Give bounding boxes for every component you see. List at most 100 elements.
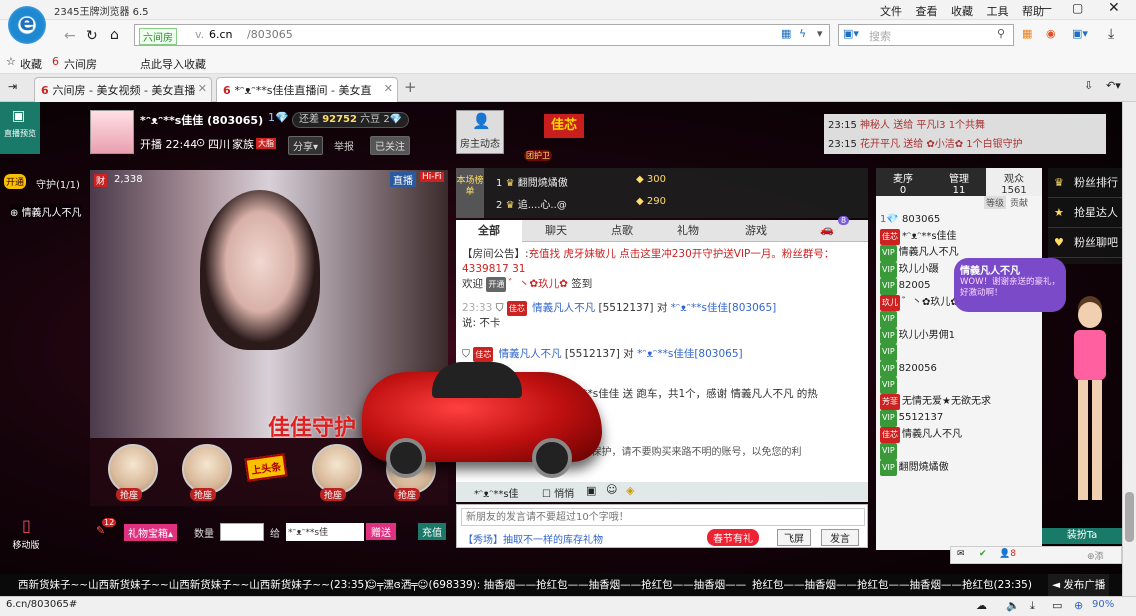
speaker-icon[interactable]: 🔈 bbox=[1006, 599, 1020, 612]
qr-icon[interactable]: ▦ bbox=[781, 27, 791, 40]
maximize-button[interactable]: ▢ bbox=[1072, 1, 1083, 15]
tab-close-icon[interactable]: ✕ bbox=[384, 82, 393, 95]
menu-favorites[interactable]: 收藏 bbox=[951, 5, 973, 18]
menu-help[interactable]: 帮助 bbox=[1022, 5, 1044, 18]
user-row[interactable]: 芳菲 无情无爱★无欲无求 bbox=[880, 393, 1040, 410]
cloud-icon[interactable]: ☁ bbox=[976, 599, 987, 612]
seat-avatar[interactable] bbox=[182, 444, 232, 494]
sort-level[interactable]: 等级 bbox=[984, 196, 1007, 209]
back-icon[interactable]: ← bbox=[64, 28, 76, 44]
tab-history-icon[interactable]: ⇩ bbox=[1084, 79, 1093, 92]
user-count-icon[interactable]: 👤8 bbox=[999, 549, 1016, 559]
guard-open-button[interactable]: 开通 bbox=[4, 174, 27, 189]
chat-input[interactable] bbox=[461, 508, 865, 526]
scrollbar-thumb[interactable] bbox=[1125, 492, 1134, 542]
tab-mic-queue[interactable]: 麦序 0 bbox=[876, 170, 930, 196]
emoji-icon[interactable]: ☺ bbox=[606, 483, 617, 496]
recharge-button[interactable]: 充值 bbox=[418, 523, 446, 540]
share-button[interactable]: 分享▾ bbox=[288, 136, 324, 155]
bookmark-import[interactable]: 点此导入收藏 bbox=[140, 56, 206, 72]
translate-icon[interactable]: ▣▾ bbox=[1072, 27, 1088, 40]
grab-seat-button[interactable]: 抢座 bbox=[320, 488, 347, 501]
bolt-icon[interactable]: ϟ bbox=[799, 27, 806, 40]
fan-bar-link[interactable]: ♥ 粉丝聊吧 bbox=[1048, 228, 1122, 258]
publish-broadcast-button[interactable]: ◄ 发布广播 bbox=[1048, 574, 1110, 596]
tab-audience[interactable]: 观众 1561 bbox=[986, 168, 1042, 196]
close-window-button[interactable]: ✕ bbox=[1108, 0, 1120, 16]
tab-all[interactable]: 全部 bbox=[456, 220, 522, 242]
vip-icon[interactable]: ◈ bbox=[626, 484, 634, 497]
user-row[interactable]: VIP 820056 bbox=[880, 360, 1040, 377]
gift-box-button[interactable]: 礼物宝箱▴ bbox=[124, 524, 178, 541]
search-field[interactable]: ▣▾ 搜索 ⚲ bbox=[838, 24, 1014, 46]
recipient-select[interactable]: *ᵔᴥᵔ**s佳 bbox=[286, 523, 364, 541]
user-row[interactable]: VIP bbox=[880, 377, 1040, 394]
car-icon[interactable]: 🚗 bbox=[820, 223, 834, 236]
download-icon[interactable]: ⤓ bbox=[1108, 26, 1114, 42]
spring-gift-button[interactable]: 春节有礼 bbox=[707, 529, 759, 546]
host-avatar[interactable] bbox=[90, 110, 134, 154]
search-icon[interactable]: ⚲ bbox=[997, 27, 1005, 40]
quantity-input[interactable] bbox=[220, 523, 264, 541]
tab-menu-icon[interactable]: ⇥ bbox=[8, 80, 17, 93]
star-rank-link[interactable]: ★ 抢星达人 bbox=[1048, 198, 1122, 228]
favorites-menu[interactable]: 收藏 bbox=[20, 56, 42, 72]
download-status-icon[interactable]: ⤓ bbox=[1030, 599, 1035, 613]
fly-screen-button[interactable]: 飞屏 bbox=[777, 529, 811, 546]
grab-seat-button[interactable]: 抢座 bbox=[116, 488, 143, 501]
report-link[interactable]: 举报 bbox=[334, 138, 354, 153]
guard-user[interactable]: ⊕ 情義凡人不凡 bbox=[10, 204, 82, 219]
home-icon[interactable]: ⌂ bbox=[110, 27, 119, 43]
followed-button[interactable]: 已关注 bbox=[370, 136, 410, 155]
new-tab-button[interactable]: + bbox=[404, 78, 417, 96]
user-row[interactable]: 佳芯 情義凡人不凡 bbox=[880, 426, 1040, 443]
search-engine-icon[interactable]: ▣▾ bbox=[843, 27, 859, 40]
seat-avatar[interactable] bbox=[108, 444, 158, 494]
grab-seat-button[interactable]: 抢座 bbox=[190, 488, 217, 501]
menu-view[interactable]: 查看 bbox=[916, 5, 938, 18]
fan-rank-link[interactable]: ♛ 粉丝排行 bbox=[1048, 168, 1122, 198]
gift-send-button[interactable]: 赠送 bbox=[366, 523, 396, 540]
menu-file[interactable]: 文件 bbox=[880, 5, 902, 18]
zoom-level[interactable]: 90% bbox=[1092, 599, 1114, 610]
zoom-icon[interactable]: ⊕ bbox=[1074, 599, 1083, 612]
user-row[interactable]: 1💎 803065 bbox=[880, 212, 1040, 229]
mail-icon[interactable]: ✉ bbox=[957, 549, 965, 559]
add-link[interactable]: ⊕添 bbox=[1087, 549, 1104, 562]
user-row[interactable]: VIP bbox=[880, 443, 1040, 460]
tab-sixroom-home[interactable]: 6 六间房 - 美女视频 - 美女直播 ✕ bbox=[34, 77, 212, 102]
check-icon[interactable]: ✔ bbox=[979, 549, 987, 559]
tab-live-room[interactable]: 6 *ᵔᴥᵔ**s佳佳直播间 - 美女直 ✕ bbox=[216, 77, 398, 102]
hifi-badge[interactable]: Hi-Fi bbox=[420, 172, 444, 182]
send-button[interactable]: 发言 bbox=[821, 529, 859, 546]
tab-admins[interactable]: 管理 11 bbox=[932, 170, 986, 196]
tab-chat[interactable]: 聊天 bbox=[526, 220, 586, 242]
screen-icon[interactable]: ▭ bbox=[1052, 599, 1062, 612]
dress-up-button[interactable]: 装扮Ta bbox=[1042, 528, 1122, 544]
user-row[interactable]: VIP 5512137 bbox=[880, 410, 1040, 427]
apps-icon[interactable]: ▦ bbox=[1022, 27, 1032, 40]
refresh-icon[interactable]: ↻ bbox=[86, 28, 98, 44]
user-row[interactable]: VIP bbox=[880, 311, 1040, 328]
leaderboard-entry[interactable]: 1 ♛ 翻閲燒燏傲 bbox=[496, 174, 568, 189]
promo-link[interactable]: 【秀场】抽取不一样的库存礼物 bbox=[463, 531, 603, 546]
tab-game[interactable]: 游戏 bbox=[726, 220, 786, 242]
url-field[interactable]: 六间房 v. 6.cn /803065 ▦ ϟ ▾ bbox=[134, 24, 830, 46]
tab-close-icon[interactable]: ✕ bbox=[198, 82, 207, 95]
leaderboard-entry[interactable]: 2 ♛ 追....心..@ bbox=[496, 196, 567, 211]
user-row[interactable]: 佳芯 *ᵔᴥᵔ**s佳佳 bbox=[880, 228, 1040, 245]
seat-avatar[interactable] bbox=[312, 444, 362, 494]
bookmark-sixroom[interactable]: 六间房 bbox=[64, 56, 97, 72]
sort-contribution[interactable]: 贡献 bbox=[1010, 196, 1028, 209]
tab-gift[interactable]: 礼物 bbox=[658, 220, 718, 242]
page-scrollbar[interactable] bbox=[1122, 102, 1136, 596]
dropdown-icon[interactable]: ▾ bbox=[817, 27, 823, 40]
headline-sign[interactable]: 上头条 bbox=[244, 453, 288, 482]
user-row[interactable]: VIP 玖儿小男佣1 bbox=[880, 327, 1040, 344]
tab-song[interactable]: 点歌 bbox=[592, 220, 652, 242]
user-row[interactable]: VIP 翻閲燒燏傲 bbox=[880, 459, 1040, 476]
user-row[interactable]: VIP bbox=[880, 344, 1040, 361]
menu-tools[interactable]: 工具 bbox=[987, 5, 1009, 18]
undo-close-icon[interactable]: ↶▾ bbox=[1106, 79, 1121, 92]
game-icon[interactable]: ◉ bbox=[1046, 27, 1056, 40]
